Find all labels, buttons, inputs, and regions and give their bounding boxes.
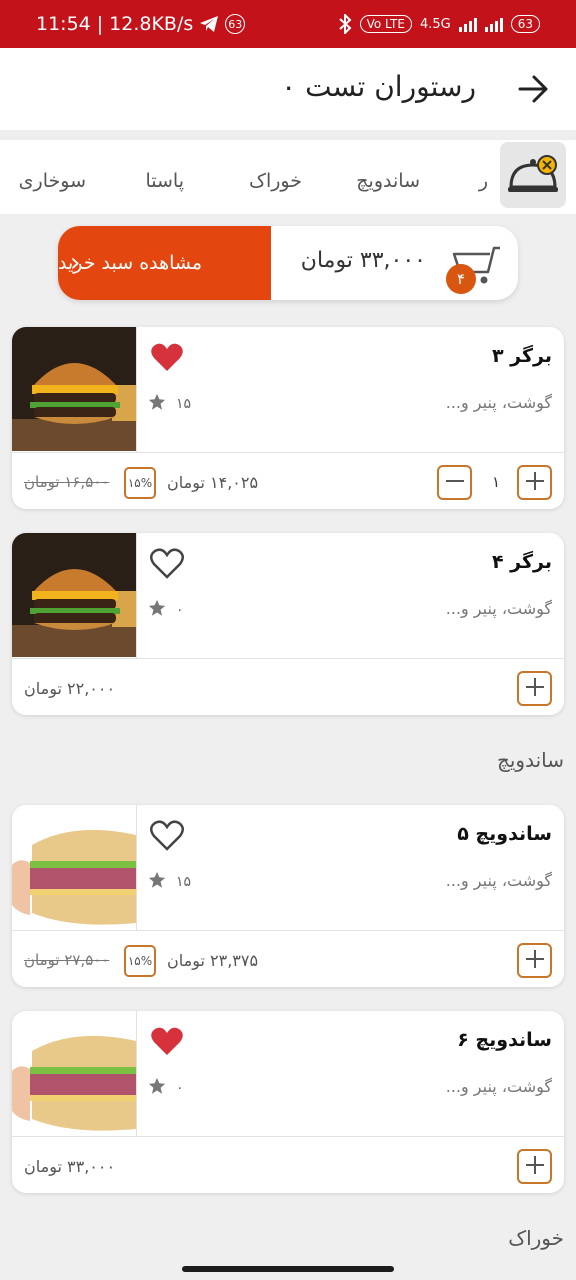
card-vertical-divider [136,1011,137,1136]
sandwich-image[interactable] [12,1011,136,1135]
heart-filled-icon[interactable] [150,341,184,373]
section-title-sandwich: ساندویچ [496,748,564,772]
plus-icon [524,676,546,702]
menu-item-card[interactable]: برگر ۴ گوشت، پنیر و... ۰ ۲۲,۰۰۰ تومان [12,533,564,715]
view-cart-button[interactable]: مشاهده سبد خرید ‹ [58,226,271,300]
menu-item-card[interactable]: ساندویچ ۵ گوشت، پنیر و... ۱۵ ۲۳,۳۷۵ توما… [12,805,564,987]
status-speed: 12.8KB/s [109,13,194,35]
menu-item-card[interactable]: برگر ۳ گوشت، پنیر و... ۱۵ ۱ ۱۴,۰۲۵ تومان… [12,327,564,509]
item-description: گوشت، پنیر و... [445,1077,552,1096]
burger-image[interactable] [12,327,136,451]
item-description: گوشت، پنیر و... [445,393,552,412]
item-rating: ۰ [148,599,184,621]
telegram-icon [200,16,219,32]
cart-count-badge: ۴ [446,264,476,294]
section-title-khorak: خوراک [508,1226,564,1250]
item-quantity: ۱ [491,473,500,491]
rating-value: ۰ [176,1080,184,1096]
plus-icon [524,948,546,974]
item-price: ۳۳,۰۰۰ تومان [24,1157,116,1176]
item-name: برگر ۳ [491,345,552,367]
item-name: ساندویچ ۶ [457,1029,552,1051]
item-description: گوشت، پنیر و... [445,871,552,890]
old-price: ۲۷,۵۰۰ تومان [24,951,110,969]
restaurant-logo[interactable] [500,142,566,208]
card-divider [12,658,564,659]
remove-button[interactable] [437,465,472,500]
heart-outline-icon[interactable] [150,547,184,579]
item-rating: ۰ [148,1077,184,1099]
tab-partial[interactable]: ر [479,170,488,192]
plus-icon [524,1154,546,1180]
menu-item-card[interactable]: ساندویچ ۶ گوشت، پنیر و... ۰ ۳۳,۰۰۰ تومان [12,1011,564,1193]
minus-icon [444,470,466,496]
volte-badge: Vo LTE [359,15,412,33]
star-icon [148,393,166,415]
status-bar: 11:54 | 12.8KB/s 63 Vo LTE 4.5G 63 [0,0,576,48]
heart-outline-icon[interactable] [150,819,184,851]
item-price: ۲۳,۳۷۵ تومان [167,951,259,970]
tab-fried[interactable]: سوخاری [19,170,86,192]
card-divider [12,452,564,453]
home-indicator [182,1266,394,1272]
back-arrow-icon[interactable] [516,72,550,106]
item-name: ساندویچ ۵ [457,823,552,845]
cart-total: ۳۳,۰۰۰ تومان [300,248,426,273]
add-button[interactable] [517,465,552,500]
battery-icon: 63 [510,15,540,33]
chevron-left-icon: ‹ [70,248,81,278]
add-button[interactable] [517,1149,552,1184]
signal-icon [458,16,477,32]
star-icon [148,599,166,621]
app-header: رستوران تست ۰ [0,48,576,130]
rating-value: ۰ [176,602,184,618]
card-vertical-divider [136,805,137,930]
old-price: ۱۶,۵۰۰ تومان [24,473,110,491]
card-divider [12,930,564,931]
cart-bar[interactable]: مشاهده سبد خرید ‹ ۳۳,۰۰۰ تومان ۴ [58,226,518,300]
bluetooth-icon [338,14,352,34]
cloche-icon [508,155,558,192]
card-vertical-divider [136,327,137,452]
card-vertical-divider [136,533,137,658]
add-button[interactable] [517,671,552,706]
network-type: 4.5G [419,16,451,32]
item-description: گوشت، پنیر و... [445,599,552,618]
rating-value: ۱۵ [176,396,192,412]
signal-icon-2 [484,16,503,32]
star-icon [148,871,166,893]
heart-filled-icon[interactable] [150,1025,184,1057]
item-price: ۲۲,۰۰۰ تومان [24,679,116,698]
tab-khorak[interactable]: خوراک [249,170,302,192]
category-tabs: ر ساندویچ خوراک پاستا سوخاری [0,140,576,214]
item-name: برگر ۴ [491,551,552,573]
item-rating: ۱۵ [148,393,191,415]
discount-badge: ۱۵% [124,467,156,499]
card-divider [12,1136,564,1137]
page-title: رستوران تست ۰ [281,70,476,103]
item-price: ۱۴,۰۲۵ تومان [167,473,259,492]
burger-image[interactable] [12,533,136,657]
status-time: 11:54 [36,13,91,35]
rating-value: ۱۵ [176,874,192,890]
tab-pasta[interactable]: پاستا [145,170,184,192]
notification-count: 63 [225,14,246,34]
plus-icon [524,470,546,496]
add-button[interactable] [517,943,552,978]
tab-sandwich[interactable]: ساندویچ [356,170,420,192]
item-rating: ۱۵ [148,871,191,893]
sandwich-image[interactable] [12,805,136,929]
star-icon [148,1077,166,1099]
discount-badge: ۱۵% [124,945,156,977]
